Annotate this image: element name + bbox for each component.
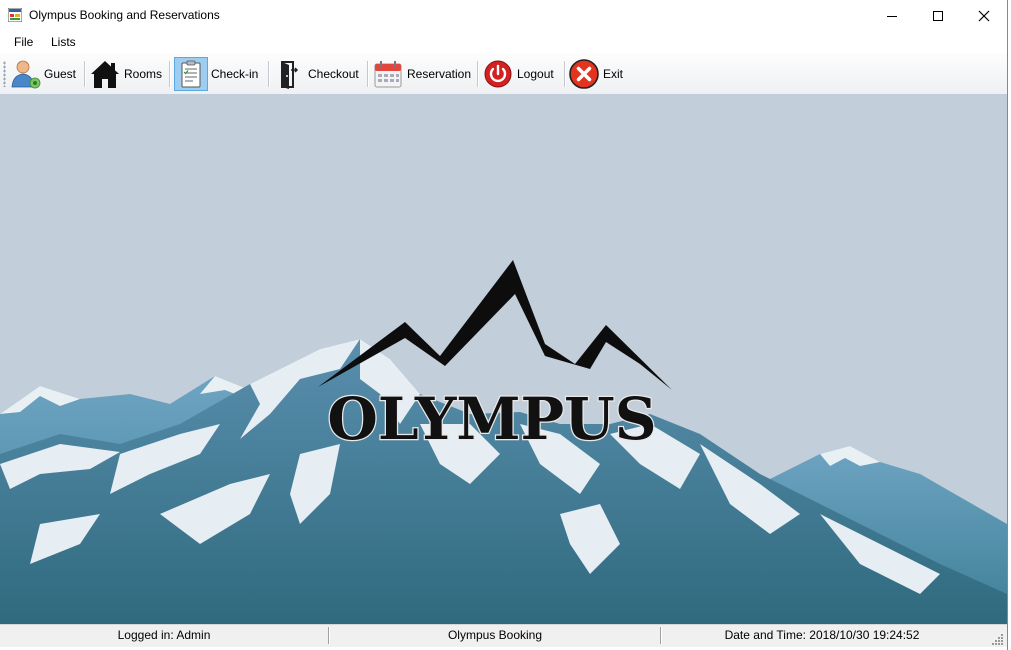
house-icon	[91, 60, 119, 88]
rooms-label: Rooms	[124, 66, 163, 81]
status-datetime: Date and Time: 2018/10/30 19:24:52	[724, 628, 920, 642]
reservation-label: Reservation	[407, 66, 472, 81]
toolbar-separator	[268, 61, 269, 87]
logout-button[interactable]: Logout	[482, 57, 554, 90]
logout-label: Logout	[517, 66, 554, 81]
power-icon	[484, 60, 512, 87]
exit-button[interactable]: Exit	[568, 57, 623, 90]
checkout-label: Checkout	[308, 66, 359, 81]
toolbar: Guest Rooms Check-in Checkout Reservatio…	[0, 53, 1007, 95]
guest-button[interactable]: Guest	[9, 57, 76, 90]
menu-lists[interactable]: Lists	[51, 35, 76, 49]
main-panel: OLYMPUS	[0, 94, 1007, 624]
exit-label: Exit	[603, 66, 624, 81]
title-bar[interactable]: Olympus Booking and Reservations	[0, 0, 1007, 31]
checkin-label: Check-in	[211, 66, 259, 81]
toolbar-separator	[84, 61, 85, 87]
status-logged-in: Logged in: Admin	[117, 628, 211, 642]
resize-grip-icon[interactable]	[992, 633, 1004, 645]
clipboard-icon	[181, 60, 201, 87]
toolbar-separator	[367, 61, 368, 87]
menu-bar: File Lists	[0, 31, 1007, 53]
toolbar-separator	[564, 61, 565, 87]
close-button[interactable]	[961, 0, 1007, 31]
status-separator	[328, 627, 329, 644]
checkin-button[interactable]: Check-in	[174, 56, 259, 91]
reservation-button[interactable]: Reservation	[372, 57, 471, 90]
door-exit-icon	[281, 60, 299, 89]
toolbar-grip[interactable]	[3, 61, 6, 87]
window-title: Olympus Booking and Reservations	[29, 8, 220, 22]
close-circle-icon	[569, 58, 599, 89]
calendar-icon	[374, 60, 402, 87]
mountain-background: OLYMPUS	[0, 260, 1007, 624]
checkout-button[interactable]: Checkout	[273, 57, 359, 90]
minimize-icon	[887, 15, 897, 17]
toolbar-separator	[169, 61, 170, 87]
menu-file[interactable]: File	[14, 35, 33, 49]
status-app-name: Olympus Booking	[447, 628, 543, 642]
guest-label: Guest	[44, 66, 77, 81]
status-bar: Logged in: Admin Olympus Booking Date an…	[0, 624, 1007, 647]
maximize-icon	[933, 10, 943, 21]
minimize-button[interactable]	[869, 0, 915, 31]
logo-wordmark: OLYMPUS	[327, 385, 656, 453]
maximize-button[interactable]	[915, 0, 961, 31]
status-separator	[660, 627, 661, 644]
toolbar-separator	[477, 61, 478, 87]
close-icon	[978, 10, 990, 21]
guest-icon	[11, 60, 41, 88]
app-window: Olympus Booking and Reservations File Li…	[0, 0, 1008, 650]
app-icon	[8, 8, 22, 22]
rooms-button[interactable]: Rooms	[89, 57, 162, 90]
